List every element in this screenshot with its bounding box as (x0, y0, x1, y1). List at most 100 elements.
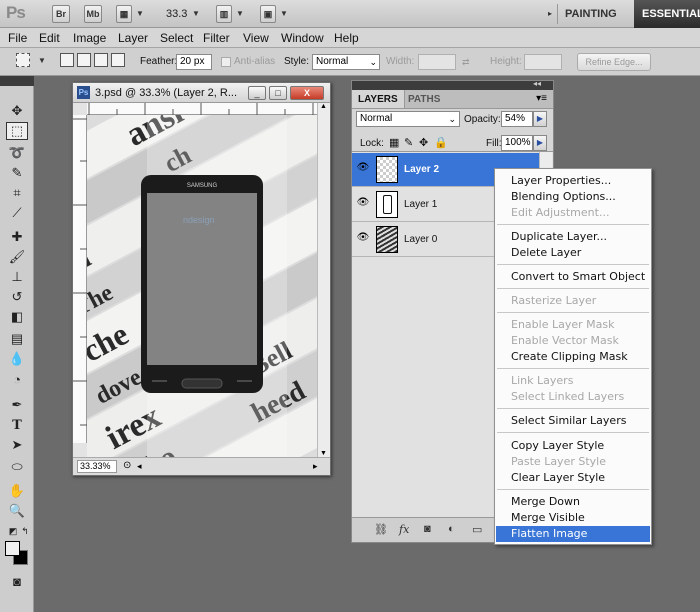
feather-input[interactable]: 20 px (176, 54, 212, 70)
menu-item-convert-to-smart-object[interactable]: Convert to Smart Object (496, 269, 650, 285)
scroll-right-icon[interactable]: ▸ (313, 461, 318, 472)
status-menu-icon[interactable]: ◂ (137, 461, 142, 472)
tab-layers[interactable]: LAYERS (352, 90, 405, 108)
rectangular-marquee-icon[interactable] (16, 53, 30, 67)
foreground-color-swatch[interactable] (5, 541, 20, 556)
document-title-bar[interactable]: Ps 3.psd @ 33.3% (Layer 2, R... _ □ X (73, 83, 330, 103)
add-to-selection-icon[interactable] (77, 53, 91, 67)
visibility-eye-icon[interactable]: 👁 (356, 196, 370, 210)
image-canvas[interactable]: wic ansi ty have ch ey li this nd re. Th… (87, 115, 317, 457)
horizontal-ruler[interactable] (87, 103, 317, 115)
vertical-ruler[interactable] (73, 115, 87, 443)
visibility-eye-icon[interactable]: 👁 (356, 161, 370, 175)
pen-tool-icon[interactable]: ✒ (6, 396, 28, 414)
menu-file[interactable]: File (8, 31, 27, 45)
eyedropper-tool-icon[interactable]: ⟋ (6, 204, 28, 222)
workspace-menu-icon[interactable]: ▸ (548, 9, 552, 18)
lock-all-icon[interactable]: 🔒 (434, 136, 448, 149)
menu-item-merge-visible[interactable]: Merge Visible (496, 510, 650, 526)
minimize-button[interactable]: _ (248, 86, 266, 100)
lock-position-icon[interactable]: ✥ (419, 136, 428, 149)
swap-colors-icon[interactable]: ↰ (14, 522, 36, 540)
workspace-painting[interactable]: PAINTING (565, 8, 617, 20)
layer-style-icon[interactable]: fx (399, 523, 409, 536)
blur-tool-icon[interactable]: 💧 (6, 350, 28, 368)
eraser-tool-icon[interactable]: ◧ (6, 308, 28, 326)
menu-item-enable-vector-mask[interactable]: Enable Vector Mask (496, 333, 650, 349)
tab-paths[interactable]: PATHS (402, 90, 446, 108)
maximize-button[interactable]: □ (269, 86, 287, 100)
visibility-eye-icon[interactable]: 👁 (356, 231, 370, 245)
refine-edge-button[interactable]: Refine Edge... (577, 53, 651, 71)
style-select[interactable]: Normal ⌄ (312, 54, 380, 70)
menu-filter[interactable]: Filter (203, 31, 230, 45)
lock-pixels-icon[interactable]: ✎ (404, 136, 413, 149)
screen-mode-icon[interactable]: ▣ (260, 5, 276, 23)
scroll-down-icon[interactable]: ▼ (320, 450, 327, 457)
link-layers-icon[interactable]: ⛓ (374, 523, 388, 536)
add-mask-icon[interactable]: ◙ (424, 523, 431, 535)
new-group-icon[interactable]: ▭ (472, 523, 482, 536)
clone-stamp-tool-icon[interactable]: ⊥ (6, 268, 28, 286)
chevron-down-icon[interactable]: ▼ (192, 9, 200, 18)
scroll-up-icon[interactable]: ▲ (320, 103, 327, 110)
ellipse-tool-icon[interactable]: ⬭ (6, 458, 28, 476)
dodge-tool-icon[interactable]: ◔ (6, 370, 28, 388)
lock-transparency-icon[interactable]: ▦ (389, 136, 399, 149)
quick-mask-icon[interactable]: ◙ (6, 572, 28, 590)
brush-tool-icon[interactable]: 🖌 (6, 248, 28, 266)
arrange-documents-icon[interactable]: ▥ (216, 5, 232, 23)
menu-view[interactable]: View (243, 31, 269, 45)
menu-help[interactable]: Help (334, 31, 359, 45)
collapse-icon[interactable]: ◂◂ (533, 79, 541, 88)
menu-image[interactable]: Image (73, 31, 106, 45)
move-tool-icon[interactable]: ✥ (6, 102, 28, 120)
chevron-down-icon[interactable]: ▼ (38, 56, 46, 65)
menu-item-create-clipping-mask[interactable]: Create Clipping Mask (496, 349, 650, 365)
vertical-scrollbar[interactable]: ▲ ▼ (317, 103, 330, 457)
crop-tool-icon[interactable]: ⌗ (6, 184, 28, 202)
healing-brush-tool-icon[interactable]: ✚ (6, 228, 28, 246)
menu-item-link-layers[interactable]: Link Layers (496, 373, 650, 389)
opacity-slider-button[interactable]: ▶ (533, 111, 547, 127)
menu-item-copy-layer-style[interactable]: Copy Layer Style (496, 438, 650, 454)
menu-item-clear-layer-style[interactable]: Clear Layer Style (496, 470, 650, 486)
menu-item-merge-down[interactable]: Merge Down (496, 494, 650, 510)
height-input[interactable] (524, 54, 562, 70)
antialias-checkbox[interactable] (221, 57, 231, 67)
zoom-status-input[interactable]: 33.33% (77, 460, 117, 473)
blend-mode-select[interactable]: Normal ⌄ (356, 111, 460, 127)
menu-item-paste-layer-style[interactable]: Paste Layer Style (496, 454, 650, 470)
chevron-down-icon[interactable]: ▼ (280, 9, 288, 18)
fill-input[interactable]: 100% (501, 135, 533, 151)
menu-item-flatten-image[interactable]: Flatten Image (496, 526, 650, 542)
width-input[interactable] (418, 54, 456, 70)
quick-selection-tool-icon[interactable]: ✎ (6, 164, 28, 182)
menu-item-edit-adjustment[interactable]: Edit Adjustment... (496, 205, 650, 221)
opacity-input[interactable]: 54% (501, 111, 533, 127)
hand-tool-icon[interactable]: ✋ (6, 482, 28, 500)
menu-item-delete-layer[interactable]: Delete Layer (496, 245, 650, 261)
workspace-essentials[interactable]: ESSENTIALS (634, 0, 700, 28)
new-selection-icon[interactable] (60, 53, 74, 67)
fill-slider-button[interactable]: ▶ (533, 135, 547, 151)
menu-item-select-linked-layers[interactable]: Select Linked Layers (496, 389, 650, 405)
menu-item-blending-options[interactable]: Blending Options... (496, 189, 650, 205)
gradient-tool-icon[interactable]: ▤ (6, 330, 28, 348)
mini-bridge-button[interactable]: Mb (84, 5, 102, 23)
subtract-from-selection-icon[interactable] (94, 53, 108, 67)
menu-item-rasterize-layer[interactable]: Rasterize Layer (496, 293, 650, 309)
swap-icon[interactable]: ⇄ (462, 57, 470, 68)
view-extras-icon[interactable]: ▦ (116, 5, 132, 23)
menu-item-enable-layer-mask[interactable]: Enable Layer Mask (496, 317, 650, 333)
type-tool-icon[interactable]: T (6, 416, 28, 434)
menu-item-layer-properties[interactable]: Layer Properties... (496, 173, 650, 189)
history-brush-tool-icon[interactable]: ↺ (6, 288, 28, 306)
menu-item-duplicate-layer[interactable]: Duplicate Layer... (496, 229, 650, 245)
lasso-tool-icon[interactable]: ➰ (6, 144, 28, 162)
chevron-down-icon[interactable]: ▼ (136, 9, 144, 18)
bridge-button[interactable]: Br (52, 5, 70, 23)
zoom-tool-icon[interactable]: 🔍 (6, 502, 28, 520)
menu-item-select-similar-layers[interactable]: Select Similar Layers (496, 413, 650, 429)
rectangular-marquee-tool-icon[interactable]: ⬚ (6, 122, 28, 140)
